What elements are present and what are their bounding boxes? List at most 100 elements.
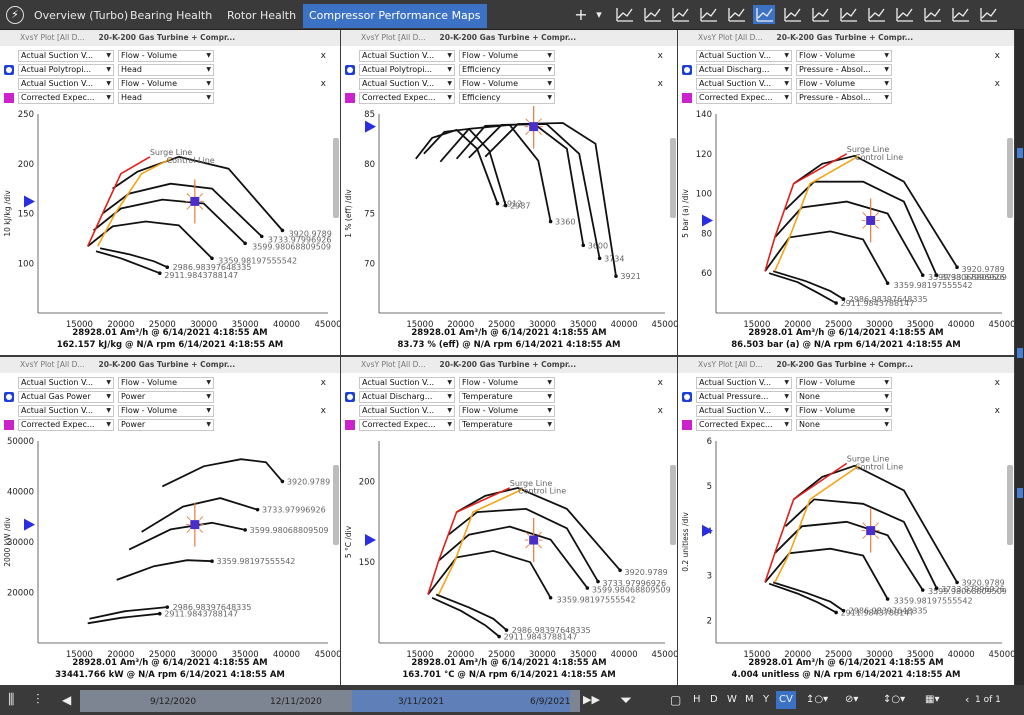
series-quantity-select[interactable]: Efficiency ▼: [459, 92, 555, 104]
series-y-select[interactable]: Actual Suction V... ▼: [359, 50, 455, 62]
expected-marker-icon[interactable]: [4, 420, 14, 430]
series-quantity-select[interactable]: Flow - Volume ▼: [118, 50, 214, 62]
zoom-mode-button[interactable]: ⊘▾: [845, 685, 858, 715]
xvsy-chart[interactable]: 15000 20000 25000 30000 35000 40000 4500020000…: [0, 433, 340, 681]
series-y-select[interactable]: Actual Suction V... ▼: [696, 50, 792, 62]
table-grid-icon[interactable]: [812, 8, 829, 22]
operating-point[interactable]: [529, 122, 539, 132]
time-button-d[interactable]: D: [710, 685, 718, 715]
series-quantity-select[interactable]: Flow - Volume ▼: [796, 78, 892, 90]
series-quantity-select[interactable]: Power ▼: [118, 419, 214, 431]
remove-series-button[interactable]: x: [658, 405, 663, 417]
gauge-icon[interactable]: [728, 8, 745, 22]
series-quantity-select[interactable]: Head ▼: [118, 92, 214, 104]
series-y-select[interactable]: Corrected Expec... ▼: [696, 92, 792, 104]
operating-point[interactable]: [190, 196, 200, 206]
xvsy-chart[interactable]: 15000 20000 25000 30000 35000 40000 4500060801…: [678, 106, 1014, 351]
series-marker-icon[interactable]: [4, 65, 14, 75]
series-marker-icon[interactable]: [4, 392, 14, 402]
remove-series-button[interactable]: x: [995, 377, 1000, 389]
line-chart-icon[interactable]: [616, 8, 633, 22]
orbit-icon[interactable]: [924, 8, 941, 22]
series-quantity-select[interactable]: Flow - Volume ▼: [118, 78, 214, 90]
operating-point[interactable]: [866, 215, 876, 225]
series-y-select[interactable]: Actual Suction V... ▼: [18, 50, 114, 62]
series-quantity-select[interactable]: Flow - Volume ▼: [459, 377, 555, 389]
series-y-select[interactable]: Actual Suction V... ▼: [18, 405, 114, 417]
operating-point[interactable]: [190, 520, 200, 530]
radar-icon[interactable]: [700, 8, 717, 22]
series-y-select[interactable]: Actual Gas Power ▼: [18, 391, 114, 403]
remove-series-button[interactable]: x: [658, 377, 663, 389]
series-marker-icon[interactable]: [682, 392, 692, 402]
y-value-marker[interactable]: [24, 518, 35, 531]
series-y-select[interactable]: Actual Suction V... ▼: [696, 377, 792, 389]
nav-next-button[interactable]: ▶▶: [583, 685, 600, 715]
layout-grid-button[interactable]: ▦▾: [925, 685, 939, 715]
series-y-select[interactable]: Actual Suction V... ▼: [18, 377, 114, 389]
series-quantity-select[interactable]: Flow - Volume ▼: [118, 377, 214, 389]
xvsy-chart[interactable]: 1500020000250003000035000400004500023456…: [678, 433, 1014, 681]
series-quantity-select[interactable]: Head ▼: [118, 64, 214, 76]
series-quantity-select[interactable]: Flow - Volume ▼: [459, 78, 555, 90]
remove-series-button[interactable]: x: [995, 405, 1000, 417]
series-y-select[interactable]: Actual Discharg... ▼: [359, 391, 455, 403]
expected-marker-icon[interactable]: [345, 420, 355, 430]
lightning-icon[interactable]: ⚡: [6, 6, 24, 24]
y-value-marker[interactable]: [702, 214, 713, 227]
series-quantity-select[interactable]: Flow - Volume ▼: [796, 377, 892, 389]
time-button-y[interactable]: Y: [763, 685, 769, 715]
bode-icon[interactable]: [952, 8, 969, 22]
series-marker-icon[interactable]: [682, 65, 692, 75]
add-tab-button[interactable]: +: [574, 5, 588, 25]
remove-series-button[interactable]: x: [321, 78, 326, 90]
bar-icon[interactable]: ⫶: [36, 685, 40, 715]
time-button-w[interactable]: W: [727, 685, 737, 715]
series-y-select[interactable]: Corrected Expec... ▼: [359, 419, 455, 431]
series-quantity-select[interactable]: Flow - Volume ▼: [459, 405, 555, 417]
series-quantity-select[interactable]: None ▼: [796, 419, 892, 431]
series-y-select[interactable]: Actual Pressure... ▼: [696, 391, 792, 403]
time-button-m[interactable]: M: [745, 685, 754, 715]
expected-marker-icon[interactable]: [682, 93, 692, 103]
remove-series-button[interactable]: x: [658, 78, 663, 90]
series-y-select[interactable]: Corrected Expec... ▼: [359, 92, 455, 104]
bar-chart-icon[interactable]: [784, 8, 801, 22]
series-quantity-select[interactable]: Flow - Volume ▼: [118, 405, 214, 417]
expected-marker-icon[interactable]: [345, 93, 355, 103]
series-quantity-select[interactable]: None ▼: [796, 391, 892, 403]
series-quantity-select[interactable]: Efficiency ▼: [459, 64, 555, 76]
series-quantity-select[interactable]: Flow - Volume ▼: [459, 50, 555, 62]
filter-icon[interactable]: ⏷: [620, 685, 632, 715]
remove-series-button[interactable]: x: [658, 50, 663, 62]
remove-series-button[interactable]: x: [321, 50, 326, 62]
series-y-select[interactable]: Actual Suction V... ▼: [359, 377, 455, 389]
expected-marker-icon[interactable]: [4, 93, 14, 103]
remove-series-button[interactable]: x: [321, 377, 326, 389]
multi-line-icon[interactable]: [644, 8, 661, 22]
remove-series-button[interactable]: x: [321, 405, 326, 417]
cursor-mode-button[interactable]: ↥○▾: [806, 685, 828, 715]
nav-prev-button[interactable]: ◀: [62, 685, 71, 715]
series-marker-icon[interactable]: [345, 392, 355, 402]
xvsy-chart[interactable]: 15000 20000 25000 30000 35000 40000 4500015020…: [341, 433, 677, 681]
operating-point[interactable]: [529, 535, 539, 545]
series-quantity-select[interactable]: Pressure - Absol... ▼: [796, 64, 892, 76]
scale-mode-button[interactable]: ↕○▾: [883, 685, 905, 715]
y-value-marker[interactable]: [24, 195, 35, 208]
spectrum-icon[interactable]: [868, 8, 885, 22]
y-value-marker[interactable]: [365, 120, 376, 133]
series-y-select[interactable]: Corrected Expec... ▼: [696, 419, 792, 431]
operating-point[interactable]: [866, 526, 876, 536]
expected-marker-icon[interactable]: [682, 420, 692, 430]
settings-icon[interactable]: [980, 8, 997, 22]
tab-rotor-health[interactable]: Rotor Health: [221, 4, 302, 28]
time-button-cv[interactable]: CV: [776, 691, 796, 709]
series-quantity-select[interactable]: Temperature ▼: [459, 419, 555, 431]
xvsy-chart[interactable]: 15000 20000 25000 30000 35000 40000 4500010015…: [0, 106, 340, 351]
series-y-select[interactable]: Actual Suction V... ▼: [359, 78, 455, 90]
trend-icon[interactable]: ⫼: [8, 685, 14, 715]
remove-series-button[interactable]: x: [995, 50, 1000, 62]
tab-menu-button[interactable]: ▾: [592, 5, 606, 25]
series-y-select[interactable]: Corrected Expec... ▼: [18, 92, 114, 104]
